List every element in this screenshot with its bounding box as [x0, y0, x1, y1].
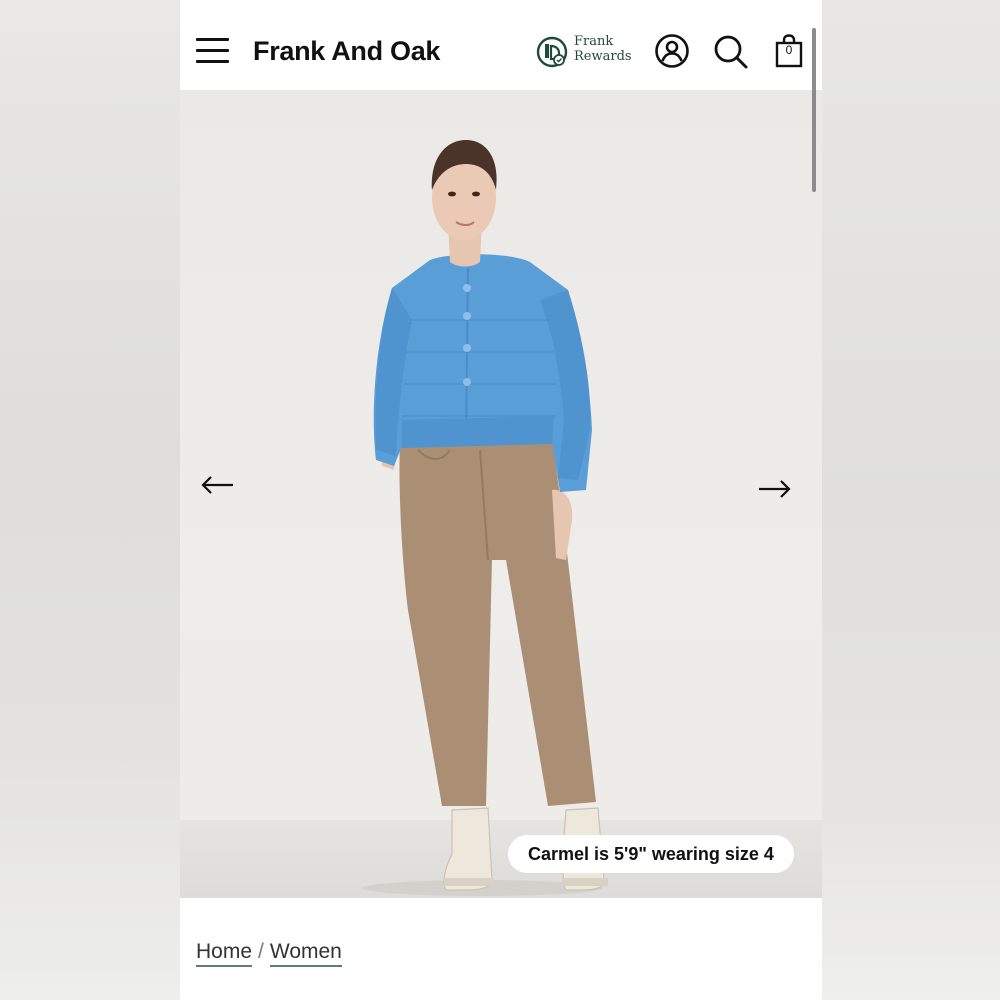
account-icon[interactable] [654, 33, 690, 69]
rewards-label: Frank Rewards [574, 34, 634, 64]
breadcrumb-separator: / [258, 940, 264, 963]
brand-logo[interactable]: Frank And Oak [253, 36, 440, 67]
scrollbar[interactable] [812, 28, 816, 192]
product-photo-model[interactable] [180, 90, 822, 898]
breadcrumb-home[interactable]: Home [196, 940, 253, 967]
site-header: Frank And Oak Frank Rewards 0 [180, 0, 822, 90]
mobile-page: Frank And Oak Frank Rewards 0 Carmel is … [180, 0, 822, 1000]
arrow-left-icon[interactable] [200, 474, 236, 496]
background-left [0, 0, 180, 1000]
hamburger-icon[interactable] [196, 36, 230, 66]
product-image-gallery[interactable]: Carmel is 5'9" wearing size 4 [180, 90, 822, 898]
frank-rewards-link[interactable]: Frank Rewards [536, 34, 632, 70]
breadcrumb-women[interactable]: Women [269, 940, 342, 967]
breadcrumb: Home / Women [196, 940, 342, 967]
arrow-right-icon[interactable] [756, 478, 792, 500]
rewards-label-line2: Rewards [574, 49, 632, 64]
shopping-bag-icon[interactable]: 0 [775, 34, 803, 68]
search-icon[interactable] [712, 33, 750, 71]
frank-rewards-logo-icon [536, 36, 568, 68]
background-right [822, 0, 1000, 1000]
cart-count: 0 [785, 43, 793, 57]
rewards-label-line1: Frank [574, 34, 614, 49]
model-size-note: Carmel is 5'9" wearing size 4 [508, 835, 794, 873]
